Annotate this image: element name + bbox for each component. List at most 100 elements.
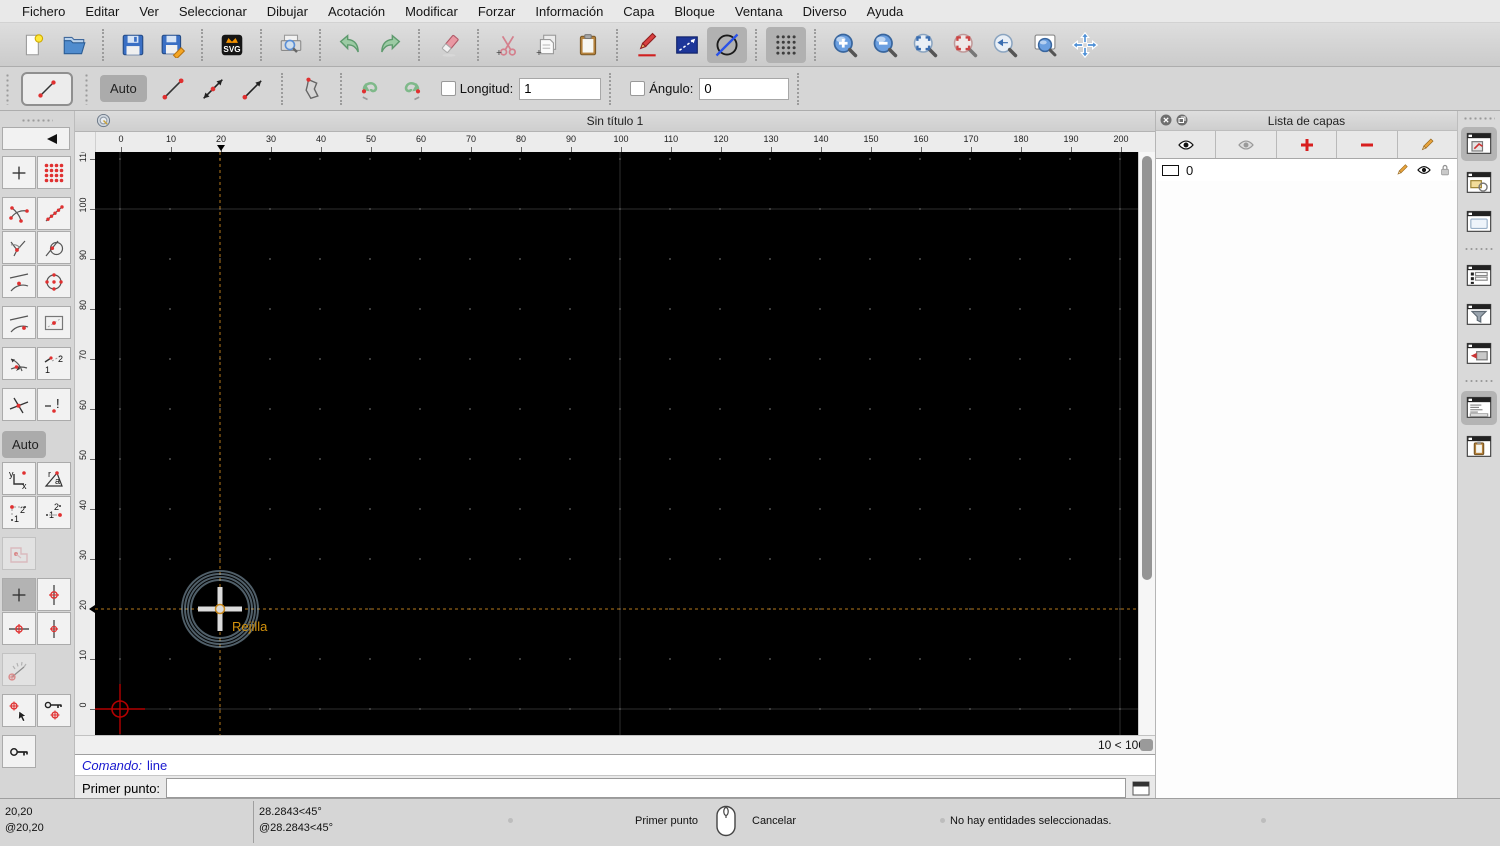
undo-segment-button[interactable] [351, 71, 391, 107]
edit-attributes-button[interactable] [627, 27, 667, 63]
float-panel-icon[interactable] [1176, 114, 1188, 129]
grid-toggle-button[interactable] [766, 26, 806, 63]
snap-distance-button[interactable] [2, 306, 36, 339]
zoom-in-button[interactable] [825, 27, 865, 63]
export-svg-button[interactable]: SVG [212, 27, 252, 63]
dock-block-insert-button[interactable] [1461, 337, 1497, 371]
zoom-window-button[interactable] [1025, 27, 1065, 63]
dock-clipboard-button[interactable] [1461, 430, 1497, 464]
snap-intersection-button[interactable] [2, 347, 36, 380]
menu-item-modificar[interactable]: Modificar [395, 4, 468, 19]
back-button[interactable] [2, 127, 70, 150]
zoom-out-button[interactable] [865, 27, 905, 63]
polyline-close-button[interactable] [292, 71, 332, 107]
draft-mode-button[interactable] [707, 26, 747, 63]
remove-layer-button[interactable] [1337, 131, 1398, 158]
save-button[interactable] [113, 27, 153, 63]
angle-input[interactable] [699, 77, 790, 100]
copy-button[interactable]: + [528, 27, 568, 63]
snap-center-button[interactable] [2, 231, 36, 264]
snap-ortho-button[interactable] [2, 537, 36, 570]
zoom-redraw-button[interactable] [985, 27, 1025, 63]
menu-item-bloque[interactable]: Bloque [664, 4, 724, 19]
dock-entity-list-button[interactable] [1461, 259, 1497, 293]
current-tool-line-button[interactable] [21, 71, 73, 106]
menu-item-seleccionar[interactable]: Seleccionar [169, 4, 257, 19]
toolbar-drag-handle[interactable] [1463, 116, 1495, 121]
menu-item-forzar[interactable]: Forzar [468, 4, 526, 19]
dock-selection-filter-button[interactable] [1461, 298, 1497, 332]
snap-on-entity-button[interactable] [37, 197, 71, 230]
hide-all-layers-button[interactable] [1216, 131, 1277, 158]
angle-gauge-button[interactable] [2, 653, 36, 686]
layer-lock-icon[interactable] [1439, 163, 1451, 177]
layer-row[interactable]: 0 [1156, 159, 1457, 181]
restrict-vertical-button[interactable] [37, 578, 71, 611]
vertical-scrollbar[interactable] [1138, 152, 1155, 735]
zoom-pan-button[interactable] [1065, 27, 1105, 63]
layer-color-swatch[interactable] [1162, 164, 1179, 176]
menu-item-dibujar[interactable]: Dibujar [257, 4, 318, 19]
snap-middle-button[interactable] [2, 265, 36, 298]
angle-lock-checkbox[interactable] [630, 81, 646, 96]
toolbar-drag-handle[interactable] [5, 72, 10, 105]
zoom-auto-button[interactable] [905, 27, 945, 63]
snap-tangent-button[interactable] [37, 231, 71, 264]
drawing-canvas[interactable]: Rejilla [95, 152, 1138, 735]
length-lock-checkbox[interactable] [440, 81, 456, 96]
relative-point-1-button[interactable]: 12 [2, 496, 36, 529]
snap-grid-rect-button[interactable] [37, 306, 71, 339]
snap-center-circle-button[interactable] [37, 265, 71, 298]
restrict-cross-button[interactable] [2, 388, 36, 421]
snap-grid-button[interactable] [37, 156, 71, 189]
dock-block-list-button[interactable] [1461, 166, 1497, 200]
dock-library-browser-button[interactable] [1461, 205, 1497, 239]
coordinate-polar-button[interactable]: ra [37, 462, 71, 495]
document-titlebar[interactable]: Sin título 1 [75, 111, 1155, 132]
line-angle-button[interactable] [233, 71, 273, 107]
paste-button[interactable] [568, 27, 608, 63]
restrict-nothing-button[interactable] [2, 578, 36, 611]
set-relative-zero-button[interactable] [2, 694, 36, 727]
line-angle-both-button[interactable] [193, 71, 233, 107]
restrict-orthogonal-button[interactable] [37, 612, 71, 645]
layer-edit-pencil-icon[interactable] [1395, 163, 1409, 177]
restrict-horizontal-button[interactable] [2, 612, 36, 645]
close-panel-icon[interactable] [1160, 114, 1172, 129]
snap-intersection-manual-button[interactable]: 12 [37, 347, 71, 380]
toolbar-drag-handle[interactable] [84, 72, 89, 105]
toolbar-drag-handle[interactable] [21, 118, 53, 123]
horizontal-scrollbar[interactable]: 10 < 100 [75, 735, 1155, 754]
menu-item-diverso[interactable]: Diverso [793, 4, 857, 19]
show-all-layers-button[interactable] [1156, 131, 1217, 158]
relative-point-2-button[interactable]: 12 [37, 496, 71, 529]
menu-item-ver[interactable]: Ver [129, 4, 169, 19]
menu-item-capa[interactable]: Capa [613, 4, 664, 19]
horizontal-scrollbar-thumb[interactable] [1140, 739, 1153, 751]
first-point-input[interactable] [166, 778, 1126, 798]
zoom-previous-button[interactable] [945, 27, 985, 63]
undo-button[interactable] [330, 27, 370, 63]
command-window-toggle-button[interactable] [1131, 780, 1151, 796]
coordinate-cartesian-button[interactable]: yx [2, 462, 36, 495]
selection-window-button[interactable] [667, 27, 707, 63]
save-as-button[interactable] [153, 27, 193, 63]
redo-segment-button[interactable] [391, 71, 431, 107]
snap-endpoints-button[interactable] [2, 197, 36, 230]
relative-zero-key-button[interactable] [2, 735, 36, 768]
cut-button[interactable]: + [488, 27, 528, 63]
redo-button[interactable] [370, 27, 410, 63]
snap-auto-button[interactable]: Auto [2, 431, 46, 458]
dock-command-line-button[interactable] [1461, 391, 1497, 425]
dock-layer-list-button[interactable] [1461, 127, 1497, 161]
menu-item-fichero[interactable]: Fichero [12, 4, 75, 19]
line-two-points-button[interactable] [153, 71, 193, 107]
delete-entities-button[interactable] [429, 27, 469, 63]
print-preview-button[interactable] [271, 27, 311, 63]
edit-layer-button[interactable] [1397, 131, 1458, 158]
snap-free-button[interactable] [2, 156, 36, 189]
add-layer-button[interactable] [1276, 131, 1338, 158]
new-document-button[interactable] [14, 27, 54, 63]
lock-relative-zero-button[interactable] [37, 694, 71, 727]
menu-item-acotacion[interactable]: Acotación [318, 4, 395, 19]
